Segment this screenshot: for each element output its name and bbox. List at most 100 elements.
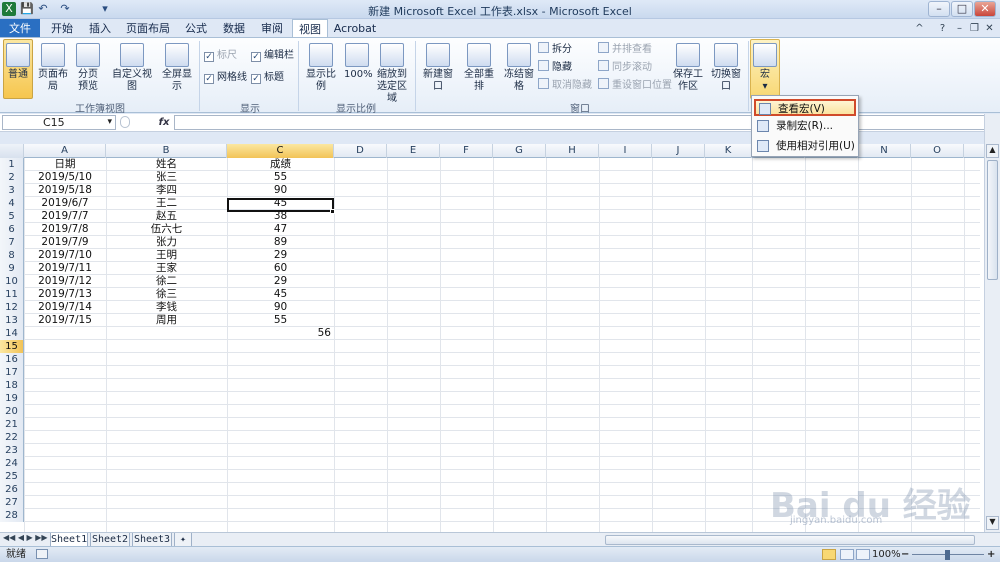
cell-c[interactable]: [227, 457, 334, 470]
cell-b[interactable]: 张三: [106, 171, 227, 184]
row-header[interactable]: 10: [0, 275, 24, 288]
cell-a[interactable]: [24, 431, 106, 444]
row-header[interactable]: 12: [0, 301, 24, 314]
cell-a[interactable]: 2019/7/7: [24, 210, 106, 223]
split-button[interactable]: 拆分: [538, 42, 572, 58]
maximize-button[interactable]: □: [951, 1, 973, 17]
switch-windows-button[interactable]: 切换窗口: [706, 39, 746, 99]
window-restore-icon[interactable]: ❐: [968, 22, 981, 35]
cell-a[interactable]: [24, 483, 106, 496]
vertical-scrollbar[interactable]: ▲ ▼: [984, 114, 1000, 532]
help-icon[interactable]: ?: [936, 22, 949, 35]
cell-c[interactable]: 89: [227, 236, 334, 249]
page-break-preview-button[interactable]: 分页预览: [73, 39, 103, 99]
column-header-c[interactable]: C: [227, 144, 334, 158]
cell-b[interactable]: [106, 431, 227, 444]
cell-b[interactable]: [106, 470, 227, 483]
cell-a[interactable]: 2019/7/8: [24, 223, 106, 236]
cell-b[interactable]: 赵五: [106, 210, 227, 223]
cell-a[interactable]: 2019/5/10: [24, 171, 106, 184]
column-header-g[interactable]: G: [493, 144, 546, 158]
cell-b[interactable]: 伍六七: [106, 223, 227, 236]
cell-a[interactable]: [24, 353, 106, 366]
formula-bar-checkbox[interactable]: ✓ 编辑栏: [251, 48, 294, 64]
normal-view-status-icon[interactable]: [822, 549, 836, 560]
full-screen-button[interactable]: 全屏显示: [157, 39, 197, 99]
cell-b[interactable]: [106, 379, 227, 392]
row-header[interactable]: 8: [0, 249, 24, 262]
cell-a[interactable]: [24, 457, 106, 470]
row-header[interactable]: 19: [0, 392, 24, 405]
row-header[interactable]: 9: [0, 262, 24, 275]
cell-c[interactable]: [227, 431, 334, 444]
reset-window-position-button[interactable]: 重设窗口位置: [598, 78, 672, 94]
row-header[interactable]: 20: [0, 405, 24, 418]
sheet-tab-sheet1[interactable]: Sheet1: [50, 533, 88, 547]
cell-a[interactable]: [24, 444, 106, 457]
cell-b[interactable]: [106, 340, 227, 353]
normal-view-button[interactable]: 普通: [3, 39, 33, 99]
row-header[interactable]: 28: [0, 509, 24, 522]
column-header-n[interactable]: N: [858, 144, 911, 158]
cell-c[interactable]: 90: [227, 184, 334, 197]
cell-a[interactable]: [24, 327, 106, 340]
cell-b[interactable]: 李四: [106, 184, 227, 197]
row-header[interactable]: 1: [0, 158, 24, 171]
cell-c[interactable]: 成绩: [227, 158, 334, 171]
freeze-panes-button[interactable]: 冻结窗格: [499, 39, 539, 99]
cell-c[interactable]: 60: [227, 262, 334, 275]
row-header[interactable]: 6: [0, 223, 24, 236]
select-all-corner[interactable]: [0, 144, 24, 158]
page-break-status-icon[interactable]: [856, 549, 870, 560]
view-side-by-side-button[interactable]: 并排查看: [598, 42, 652, 58]
cell-c[interactable]: [227, 444, 334, 457]
cell-a[interactable]: [24, 405, 106, 418]
cell-a[interactable]: [24, 418, 106, 431]
zoom-out-icon[interactable]: −: [901, 547, 909, 562]
cell-b[interactable]: [106, 483, 227, 496]
cell-b[interactable]: 姓名: [106, 158, 227, 171]
row-header[interactable]: 11: [0, 288, 24, 301]
row-header[interactable]: 26: [0, 483, 24, 496]
row-header[interactable]: 2: [0, 171, 24, 184]
column-header-i[interactable]: I: [599, 144, 652, 158]
zoom-in-icon[interactable]: +: [987, 547, 995, 562]
zoom-100-button[interactable]: 100%: [343, 39, 373, 99]
new-window-button[interactable]: 新建窗口: [418, 39, 458, 99]
hide-button[interactable]: 隐藏: [538, 60, 572, 76]
cell-c[interactable]: [227, 470, 334, 483]
tab-file[interactable]: 文件: [0, 19, 40, 38]
cell-b[interactable]: [106, 444, 227, 457]
sheet-tab-sheet2[interactable]: Sheet2: [90, 533, 130, 547]
row-header[interactable]: 24: [0, 457, 24, 470]
cell-a[interactable]: [24, 366, 106, 379]
tab-formulas[interactable]: 公式: [178, 19, 214, 38]
cell-c[interactable]: 56: [227, 327, 334, 340]
window-minimize-icon[interactable]: –: [953, 22, 966, 35]
insert-function-button[interactable]: fx: [156, 115, 172, 130]
tab-insert[interactable]: 插入: [82, 19, 118, 38]
tab-acrobat[interactable]: Acrobat: [330, 19, 380, 38]
zoom-to-selection-button[interactable]: 缩放到选定区域: [372, 39, 412, 104]
arrange-all-button[interactable]: 全部重排: [459, 39, 499, 99]
custom-views-button[interactable]: 自定义视图: [108, 39, 156, 99]
use-relative-references-menu-item[interactable]: 使用相对引用(U): [754, 138, 856, 155]
scroll-up-icon[interactable]: ▲: [986, 144, 999, 158]
cell-a[interactable]: [24, 509, 106, 522]
row-header[interactable]: 7: [0, 236, 24, 249]
column-header-e[interactable]: E: [387, 144, 440, 158]
cell-b[interactable]: 王二: [106, 197, 227, 210]
row-header[interactable]: 5: [0, 210, 24, 223]
column-header-f[interactable]: F: [440, 144, 493, 158]
cell-c[interactable]: [227, 496, 334, 509]
macros-button[interactable]: 宏 ▾: [750, 39, 780, 99]
row-header[interactable]: 15: [0, 340, 24, 353]
name-box[interactable]: C15 ▾: [2, 115, 116, 130]
column-header-h[interactable]: H: [546, 144, 599, 158]
cell-b[interactable]: [106, 418, 227, 431]
gridlines-checkbox[interactable]: ✓ 网格线: [204, 70, 247, 86]
macro-record-icon[interactable]: [36, 549, 48, 559]
row-header[interactable]: 27: [0, 496, 24, 509]
column-header-a[interactable]: A: [24, 144, 106, 158]
cell-b[interactable]: 徐二: [106, 275, 227, 288]
